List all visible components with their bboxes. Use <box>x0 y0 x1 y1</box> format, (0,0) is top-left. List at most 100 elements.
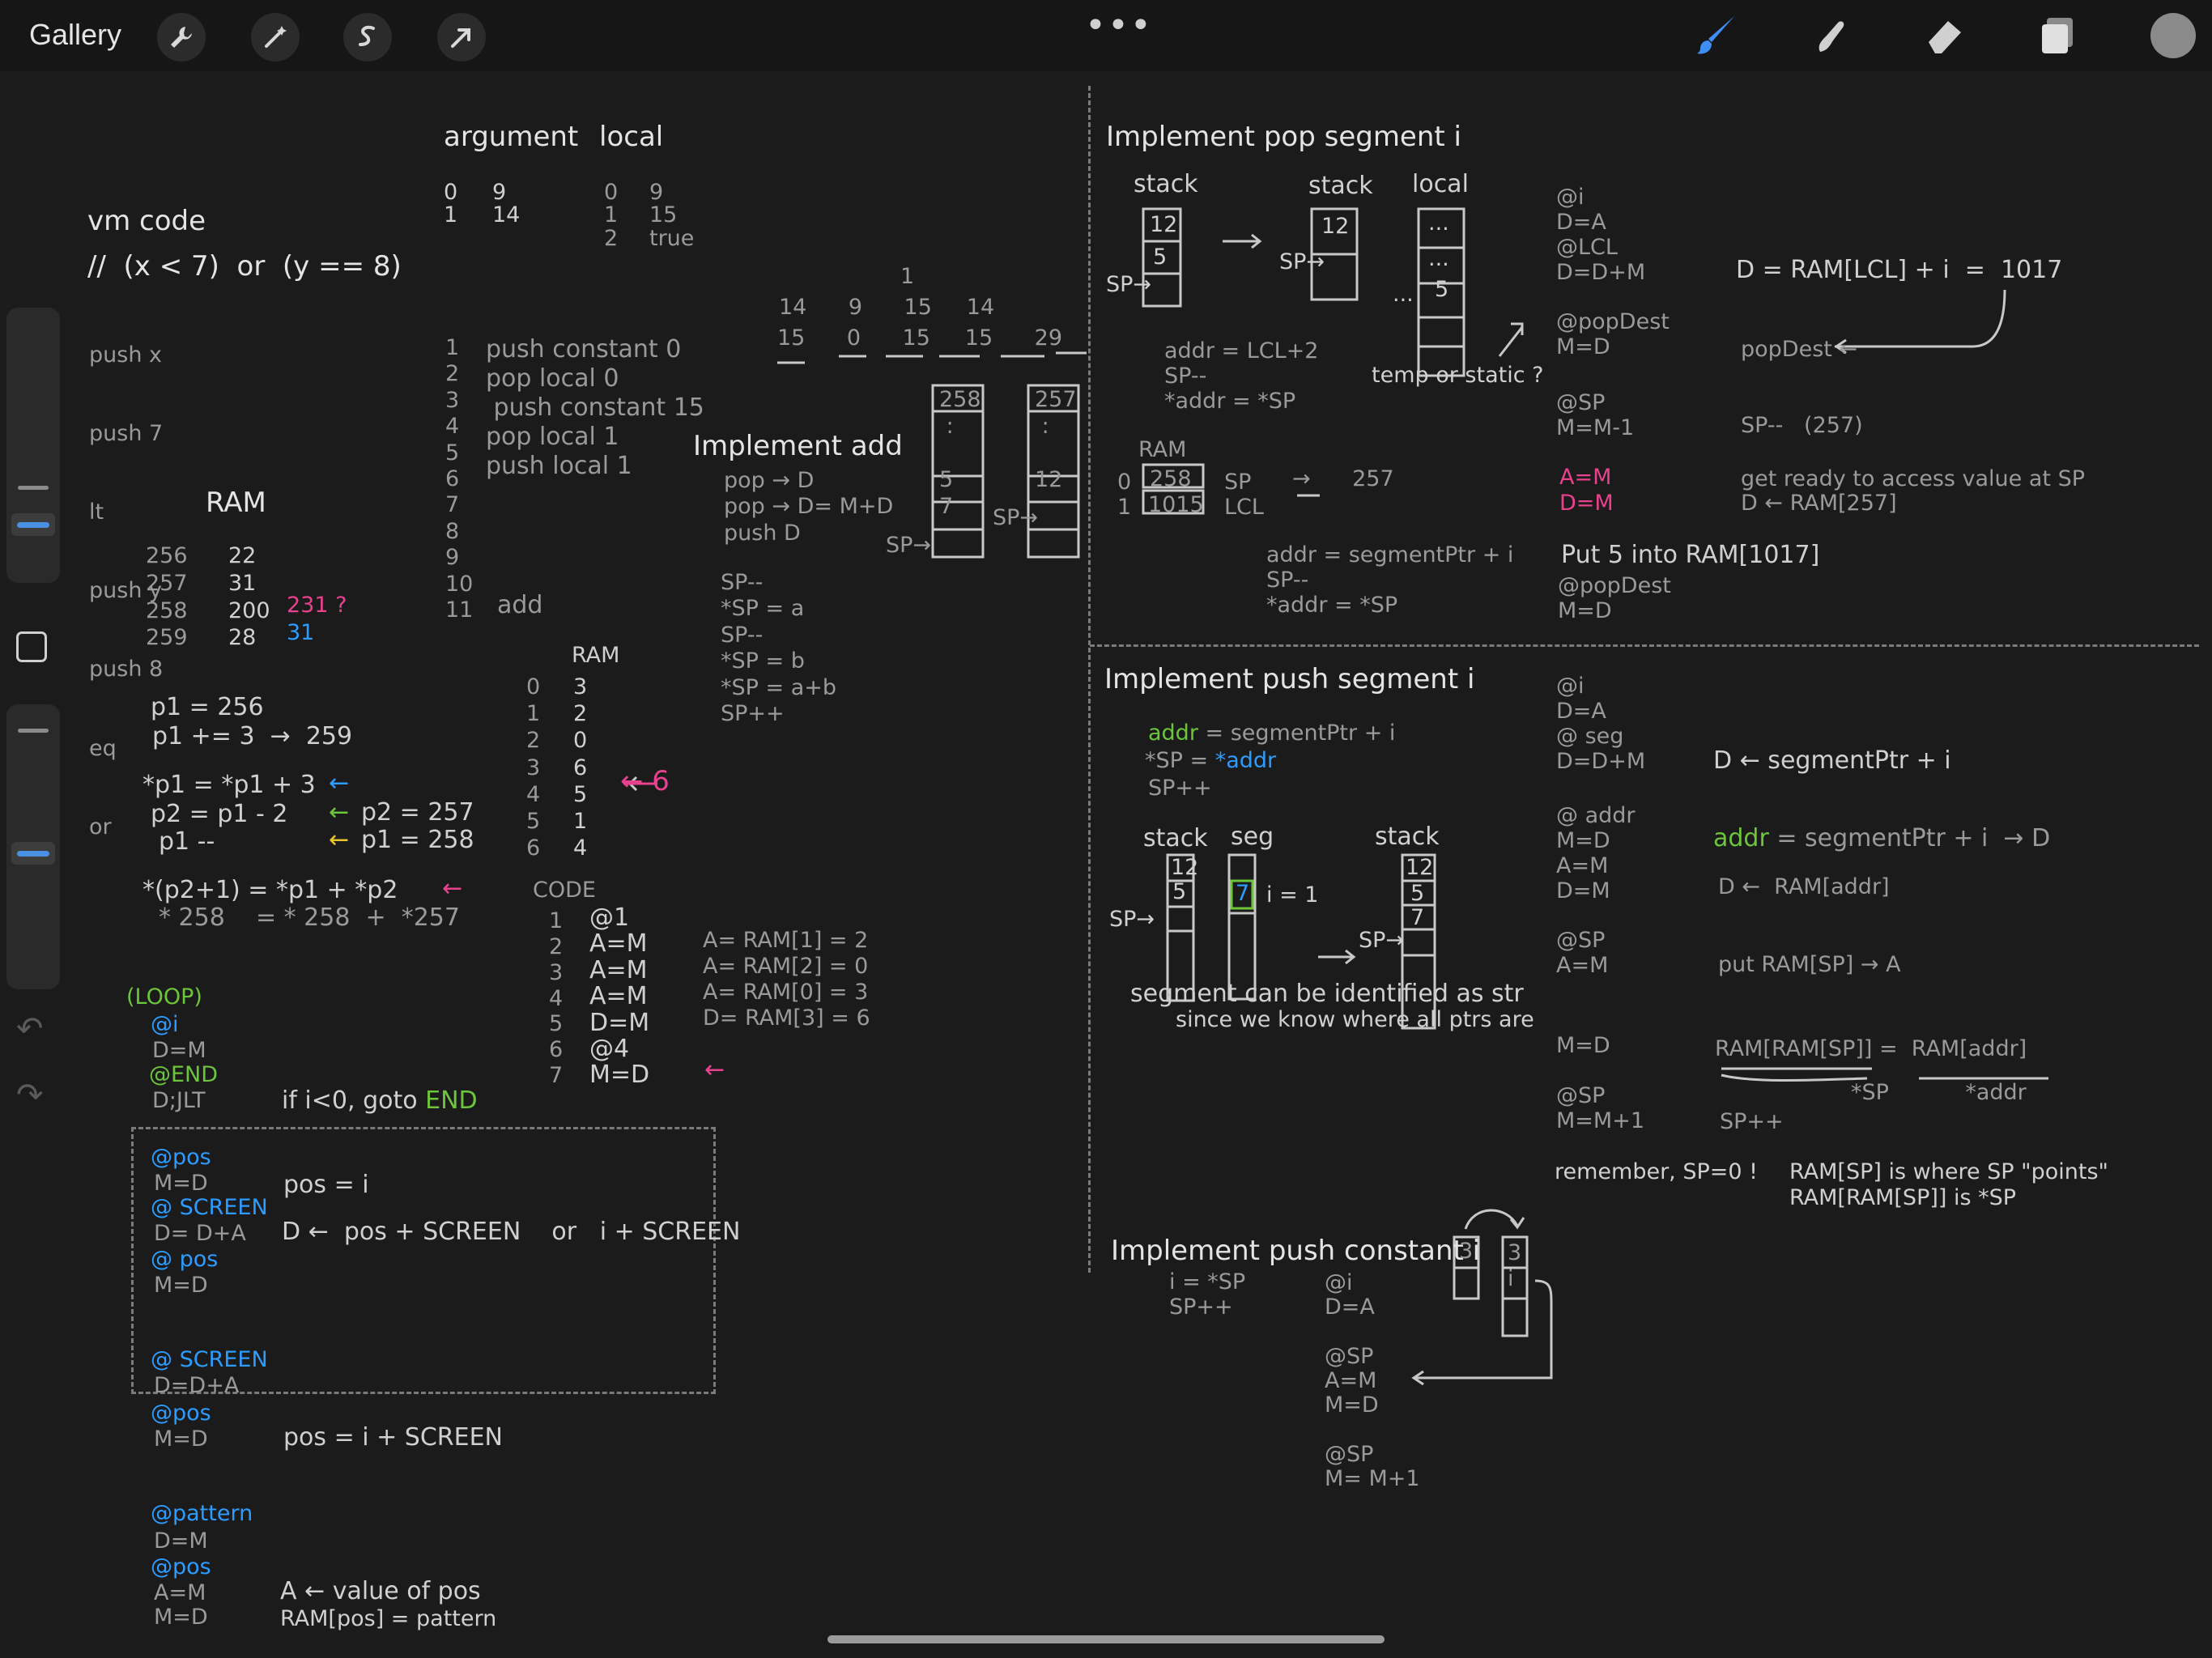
transform-arrow-icon[interactable] <box>437 13 486 62</box>
pop-am: A=M <box>1559 465 1612 490</box>
push-constant-cells: 3 i <box>1508 1240 1522 1291</box>
code-notes: A= RAM[1] = 2 A= RAM[2] = 0 A= RAM[0] = … <box>703 928 870 1031</box>
pop-sp-decrement: SP-- (257) <box>1741 413 1863 438</box>
argument-heading: argument <box>444 121 579 153</box>
ram-left-addresses: 256 257 258 259 <box>146 543 188 651</box>
push-i-eq-1: i = 1 <box>1266 882 1319 908</box>
bl-am: A=M <box>154 1580 206 1605</box>
implement-add-lines: pop → D pop → D= M+D push D <box>724 468 894 546</box>
pointer-p1-value: p1 = 258 <box>361 826 474 854</box>
pop-stack-label-2: stack <box>1308 172 1373 200</box>
bl-dda: D=D+A <box>154 1373 240 1398</box>
pop-code-1: @i D=A @LCL D=D+M <box>1556 185 1646 286</box>
push-note-1: segment can be identified as str <box>1130 980 1524 1008</box>
push-title-main: push segment i <box>1261 663 1475 695</box>
yellow-arrow-icon: ← <box>329 826 350 854</box>
pop-title-main: pop segment i <box>1263 121 1461 153</box>
eraser-icon[interactable] <box>1921 11 1969 60</box>
smudge-icon[interactable] <box>1807 11 1856 60</box>
pointer-p1: p1 = 256 <box>151 693 264 721</box>
pop-sp-2: SP→ <box>1279 249 1325 274</box>
pop-sp-1: SP→ <box>1106 272 1152 297</box>
color-swatch[interactable] <box>2150 13 2196 58</box>
pointer-p1-increment: p1 += 3 → 259 <box>152 722 353 750</box>
ram-left-question: 231 ? <box>287 593 347 618</box>
brush-icon[interactable] <box>1692 11 1741 60</box>
push-stack2-7: 7 <box>1410 905 1425 930</box>
bl-comment-2: RAM[pos] = pattern <box>280 1606 497 1631</box>
pop-local-dots-1: ... <box>1428 210 1449 236</box>
pop-ram-idx: 0 1 <box>1117 470 1132 521</box>
bl-comment-1: A ← value of pos <box>280 1577 481 1605</box>
push-code-2: @ addr M=D A=M D=M <box>1556 803 1636 904</box>
program-lines: push constant 0 pop local 0 push constan… <box>486 335 704 480</box>
pop-addr-lines: addr = LCL+2 SP-- *addr = *SP <box>1164 338 1319 414</box>
box-at-pos: @pos <box>151 1145 211 1170</box>
pop-title-prefix: Implement <box>1106 121 1264 153</box>
push-constant-title: Implement push constant i <box>1111 1235 1481 1267</box>
blue-arrow-icon: ← <box>329 769 350 797</box>
push-constant-main: push constant i <box>1268 1235 1481 1267</box>
local-values: 9 15 true <box>649 180 695 251</box>
top-toolbar: Gallery ••• <box>0 0 2212 71</box>
pop-ram-val-2: 1015 <box>1148 492 1204 517</box>
home-indicator[interactable] <box>827 1635 1385 1643</box>
gallery-button[interactable]: Gallery <box>29 18 121 52</box>
push-cell-5: 5 <box>1172 879 1187 904</box>
vm-line: lt <box>89 500 104 525</box>
push-title: Implement push segment i <box>1104 665 1474 695</box>
pop-cell-5: 5 <box>1153 244 1168 270</box>
more-options-button[interactable]: ••• <box>1085 5 1153 46</box>
hand-drawn-shapes <box>623 207 2048 1386</box>
pink-arrow-icon: ← <box>442 874 463 903</box>
push-addr-rest: = segmentPtr + i → D <box>1768 824 2051 852</box>
pop-cell-12b: 12 <box>1321 214 1350 239</box>
ram-mid-addresses: 0 1 2 3 4 5 6 <box>526 674 541 861</box>
pop-popdest: popDest ← <box>1741 337 1858 362</box>
pop-local-dots-2: ... <box>1428 246 1449 271</box>
vm-code-title: vm code <box>87 205 206 237</box>
ram-mid-title: RAM <box>572 643 620 668</box>
implement-add-title: Implement add <box>693 430 903 462</box>
push-put-ram: put RAM[SP] → A <box>1718 952 1901 977</box>
pop-ram-labels: SP LCL <box>1224 470 1264 521</box>
selection-icon[interactable] <box>343 13 392 62</box>
green-arrow-icon: ← <box>329 798 350 827</box>
drawing-canvas[interactable]: vm code // (x < 7) or (y == 8) push x pu… <box>0 71 2212 1658</box>
push-sp-increment-2: SP++ <box>1720 1109 1784 1134</box>
wrench-icon[interactable] <box>157 13 206 62</box>
add-sp-label-2: SP→ <box>993 505 1039 530</box>
box-md: M=D <box>154 1171 208 1196</box>
pop-code-4: @popDest M=D <box>1558 573 1671 624</box>
push-d-seg: D ← segmentPtr + i <box>1713 746 1951 775</box>
implement-add-steps: SP-- *SP = a SP-- *SP = b *SP = a+b SP++ <box>721 570 837 726</box>
push-stack-label-2: stack <box>1375 823 1440 851</box>
pointer-line-1: *p1 = *p1 + 3 <box>143 771 316 799</box>
push-sp-line: *SP = *addr <box>1145 748 1277 773</box>
push-sp-increment: SP++ <box>1148 776 1212 801</box>
vm-line: push x <box>89 342 162 368</box>
pop-ram-title: RAM <box>1138 437 1187 462</box>
magic-wand-icon[interactable] <box>251 13 300 62</box>
box-md2: M=D <box>154 1273 208 1298</box>
push-star-labels: *SP *addr <box>1851 1080 2027 1105</box>
ram-left-answer: 31 <box>287 620 315 645</box>
push-sp-addr: *addr <box>1214 748 1277 773</box>
push-title-prefix: Implement <box>1104 663 1262 695</box>
vm-comment: // (x < 7) or (y == 8) <box>87 250 402 283</box>
loop-at-i: @i <box>151 1012 179 1037</box>
ram-left-title: RAM <box>206 487 266 519</box>
pop-local-label: local <box>1412 170 1469 198</box>
loop-comment-text: if i<0, goto <box>282 1086 426 1115</box>
push-addr-green: addr <box>1713 824 1769 852</box>
stack-row-2: 15 0 15 15 29 <box>777 325 1063 351</box>
code-pink-arrow: ← <box>704 1056 725 1084</box>
pop-cell-12: 12 <box>1150 212 1178 237</box>
layers-icon[interactable] <box>2034 11 2082 60</box>
push-constant-lines: i = *SP SP++ <box>1169 1269 1246 1320</box>
push-seg-label: seg <box>1231 823 1274 851</box>
loop-dm: D=M <box>152 1038 206 1063</box>
box-screen: @ SCREEN <box>151 1195 268 1220</box>
push-seg-cell-7: 7 <box>1236 881 1250 906</box>
bl-md2: M=D <box>154 1605 208 1630</box>
